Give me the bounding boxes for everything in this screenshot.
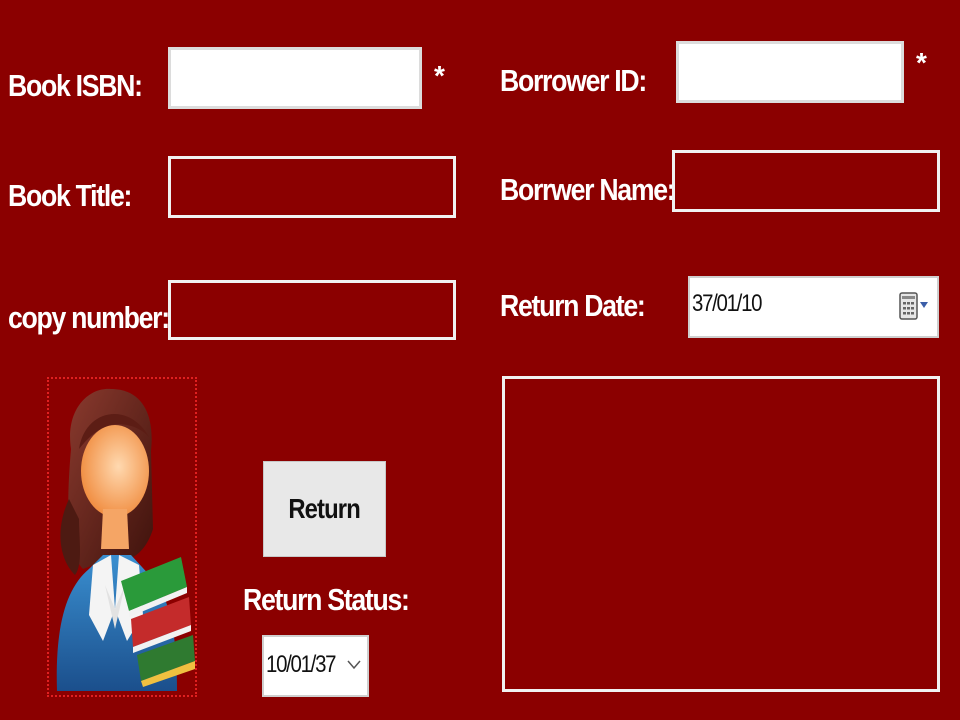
calendar-icon[interactable] (899, 290, 929, 322)
borrower-id-input[interactable] (676, 41, 904, 103)
borrower-id-required-marker: * (916, 47, 927, 78)
return-status-select[interactable]: 10/01/37 (262, 635, 369, 697)
borrower-id-label: Borrower ID: (500, 63, 647, 98)
return-date-value: 37/01/10 (692, 290, 762, 317)
return-date-picker[interactable]: 37/01/10 (688, 276, 939, 338)
book-title-input[interactable] (168, 156, 456, 218)
return-status-value: 10/01/37 (266, 651, 336, 678)
borrower-name-label: Borrwer Name: (500, 172, 676, 207)
notes-textarea[interactable] (502, 376, 940, 692)
return-status-label: Return Status: (243, 582, 410, 617)
avatar-frame (47, 377, 197, 697)
book-isbn-label: Book ISBN: (8, 68, 143, 103)
book-title-label: Book Title: (8, 178, 132, 213)
chevron-down-icon (347, 660, 361, 670)
borrower-name-input[interactable] (672, 150, 940, 212)
return-button-label: Return (288, 493, 361, 524)
copy-number-input[interactable] (168, 280, 456, 340)
book-isbn-input[interactable] (168, 47, 422, 109)
librarian-avatar-icon (56, 388, 195, 691)
return-date-label: Return Date: (500, 288, 646, 323)
book-isbn-required-marker: * (434, 60, 445, 91)
return-button[interactable]: Return (263, 461, 386, 557)
copy-number-label: copy number: (8, 300, 170, 335)
